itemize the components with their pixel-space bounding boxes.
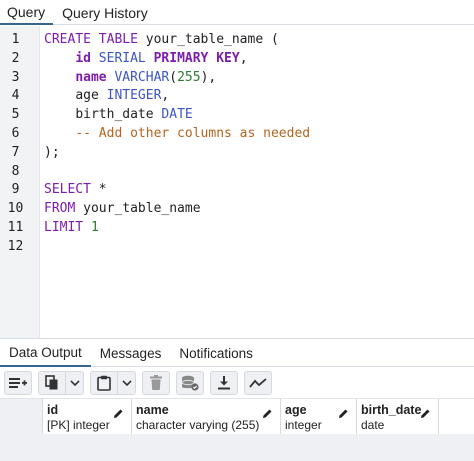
save-data-button[interactable]	[176, 370, 204, 395]
code-text: ),	[200, 69, 217, 85]
code-text: ,	[239, 50, 248, 66]
code-line: );	[44, 144, 474, 163]
paste-split-button	[90, 370, 136, 395]
line-number: 4	[11, 88, 20, 104]
keyword: FROM	[44, 201, 76, 217]
line-number: 9	[11, 182, 20, 198]
line-number: 11	[7, 219, 24, 235]
keyword: id	[75, 50, 91, 66]
paste-options-dropdown[interactable]	[118, 370, 136, 395]
line-number-gutter: 1 2 3 4 5 6 7 8 9 10 11 12	[0, 26, 40, 338]
line-number: 10	[7, 201, 24, 217]
copy-button[interactable]	[38, 370, 66, 395]
column-header[interactable]: id [PK] integer	[43, 399, 132, 436]
copy-split-button	[38, 370, 84, 395]
save-data-icon	[181, 375, 199, 391]
code-text: your_table_name (	[137, 32, 279, 47]
paste-icon	[97, 375, 111, 391]
code-line: age INTEGER,	[44, 87, 474, 106]
column-type: date	[361, 418, 385, 432]
line-number: 12	[7, 238, 24, 254]
column-type: character varying (255)	[136, 418, 260, 432]
code-line: FROM your_table_name	[44, 200, 474, 219]
keyword: SELECT	[44, 182, 91, 198]
sql-editor[interactable]: 1 2 3 4 5 6 7 8 9 10 11 12 CREATE TABLE …	[0, 26, 474, 338]
code-line: LIMIT 1	[44, 219, 474, 238]
type-keyword: VARCHAR	[114, 69, 170, 85]
code-text: (	[169, 69, 178, 85]
code-line: CREATE TABLE your_table_name (	[44, 31, 474, 50]
line-number: 5	[11, 107, 20, 123]
tab-messages[interactable]: Messages	[91, 339, 171, 367]
column-header[interactable]: age integer	[281, 399, 357, 436]
query-tabs: Query Query History	[0, 0, 474, 25]
column-name: name	[136, 403, 169, 417]
edit-column-icon[interactable]	[338, 408, 349, 419]
type-keyword: INTEGER	[106, 88, 162, 104]
results-tabs: Data Output Messages Notifications	[0, 339, 474, 367]
tab-query[interactable]: Query	[0, 0, 54, 25]
line-number: 3	[11, 69, 20, 85]
line-number: 1	[11, 32, 20, 47]
delete-button[interactable]	[142, 370, 170, 395]
code-text: birth_date	[75, 107, 154, 123]
column-type: [PK] integer	[47, 418, 110, 432]
number-literal: 255	[177, 69, 201, 85]
add-row-icon	[9, 377, 27, 388]
edit-column-icon[interactable]	[262, 408, 273, 419]
add-row-button[interactable]	[4, 370, 32, 395]
code-line: -- Add other columns as needed	[44, 125, 474, 144]
line-number: 6	[11, 125, 20, 141]
type-keyword: DATE	[161, 107, 193, 123]
code-line: SELECT *	[44, 181, 474, 200]
edit-column-icon[interactable]	[420, 408, 431, 419]
line-number: 8	[11, 163, 20, 179]
chevron-down-icon	[69, 379, 80, 386]
delete-icon	[150, 375, 162, 390]
code-text: );	[44, 144, 60, 160]
code-text: your_table_name	[75, 201, 201, 217]
column-header[interactable]: birth_date date	[357, 399, 439, 436]
tab-notifications[interactable]: Notifications	[170, 339, 262, 367]
paste-button[interactable]	[90, 370, 118, 395]
edit-column-icon[interactable]	[113, 408, 124, 419]
graph-icon	[249, 377, 267, 388]
keyword: name	[75, 69, 107, 85]
code-text: ,	[161, 88, 170, 104]
code-area[interactable]: CREATE TABLE your_table_name ( id SERIAL…	[40, 26, 474, 338]
keyword: TABLE	[98, 32, 138, 47]
type-keyword: SERIAL	[98, 50, 146, 66]
keyword: PRIMARY KEY	[153, 50, 240, 66]
data-toolbar	[0, 367, 474, 399]
line-number: 2	[11, 50, 20, 66]
copy-icon	[45, 374, 58, 389]
download-button[interactable]	[210, 370, 238, 395]
number-literal: 1	[90, 219, 99, 235]
row-number-header[interactable]	[0, 399, 43, 436]
tab-query-history[interactable]: Query History	[53, 0, 157, 25]
download-icon	[218, 375, 230, 389]
code-line: name VARCHAR(255),	[44, 69, 474, 88]
result-grid-header: id [PK] integer name character varying (…	[0, 399, 474, 436]
copy-options-dropdown[interactable]	[66, 370, 84, 395]
keyword: LIMIT	[44, 219, 84, 235]
graph-visualiser-button[interactable]	[244, 370, 272, 395]
code-line: birth_date DATE	[44, 106, 474, 125]
code-line: id SERIAL PRIMARY KEY,	[44, 50, 474, 69]
code-text: age	[75, 88, 99, 104]
column-header[interactable]: name character varying (255)	[132, 399, 281, 436]
tab-data-output[interactable]: Data Output	[0, 339, 91, 367]
code-text: *	[90, 182, 107, 198]
chevron-down-icon	[121, 379, 132, 386]
line-number: 7	[11, 144, 20, 160]
keyword: CREATE	[44, 32, 91, 47]
code-comment: -- Add other columns as needed	[75, 125, 311, 141]
empty-grid-area	[0, 434, 474, 461]
column-type: integer	[285, 418, 322, 432]
